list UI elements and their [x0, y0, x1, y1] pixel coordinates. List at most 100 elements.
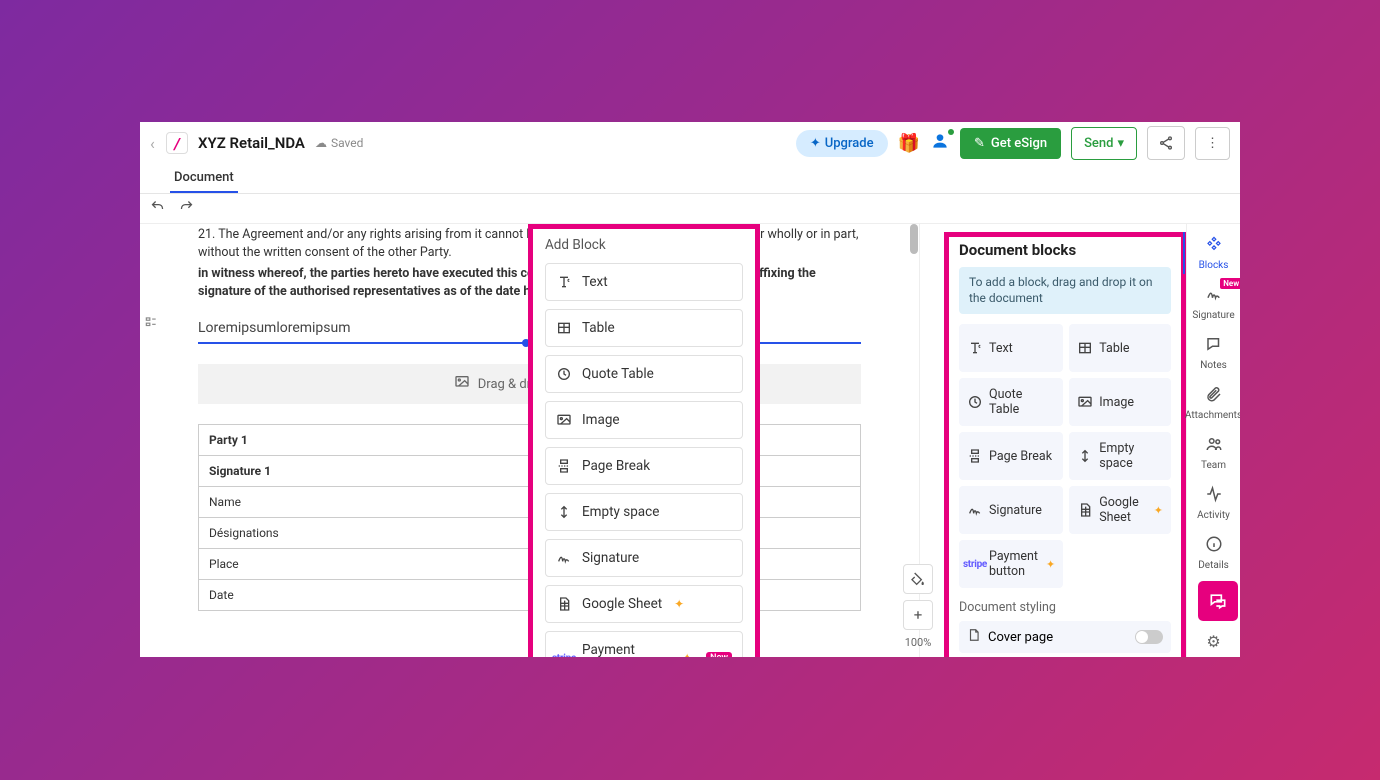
blocks-panel-title: Document blocks — [959, 241, 1171, 259]
rail-item-blocks[interactable]: Blocks — [1183, 228, 1240, 278]
block-item-label: Table — [582, 320, 615, 336]
image-icon — [556, 412, 572, 428]
add-block-item-empty-space[interactable]: Empty space — [545, 493, 743, 531]
add-block-popup: Add Block Text Table Quote Table Image Page … — [528, 224, 760, 657]
sparkle-icon: ✦ — [1154, 504, 1163, 517]
block-tile-label: Table — [1099, 341, 1129, 356]
rail-item-label: Attachments — [1185, 410, 1240, 421]
table-cell[interactable] — [756, 456, 861, 487]
quote-icon — [556, 366, 572, 382]
page-icon — [967, 628, 981, 646]
undo-button[interactable] — [150, 199, 165, 218]
table-cell[interactable] — [756, 487, 861, 518]
block-tile-quote-table[interactable]: Quote Table — [959, 378, 1063, 426]
block-item-label: Google Sheet — [582, 596, 662, 612]
settings-icon[interactable]: ⚙ — [1206, 632, 1220, 651]
document-title[interactable]: XYZ Retail_NDA — [198, 134, 305, 152]
image-icon — [1077, 394, 1093, 410]
rail-item-label: Notes — [1200, 360, 1227, 371]
menu-edge-icon: ‹ — [150, 134, 156, 153]
app-logo-icon[interactable]: / — [166, 132, 188, 154]
activity-icon — [1205, 485, 1223, 507]
block-item-label: Page Break — [582, 458, 650, 474]
gift-icon[interactable]: 🎁 — [898, 133, 920, 154]
cover-page-label: Cover page — [988, 630, 1053, 645]
blocks-panel: Document blocks To add a block, drag and… — [944, 224, 1186, 657]
blocks-icon — [1205, 235, 1223, 257]
table-cell[interactable] — [756, 580, 861, 611]
rail-item-team[interactable]: Team — [1183, 428, 1240, 478]
fill-color-button[interactable] — [903, 564, 933, 594]
app-window: ‹ / XYZ Retail_NDA ☁ Saved ✦ Upgrade 🎁 ✎… — [140, 122, 1240, 657]
rail-item-activity[interactable]: Activity — [1183, 478, 1240, 528]
notes-icon — [1205, 335, 1223, 357]
team-icon — [1205, 435, 1223, 457]
block-item-label: Signature — [582, 550, 639, 566]
redo-button[interactable] — [179, 199, 194, 218]
table-cell[interactable] — [756, 518, 861, 549]
block-tile-label: Payment button — [989, 549, 1038, 579]
add-block-item-text[interactable]: Text — [545, 263, 743, 301]
add-block-item-signature[interactable]: Signature — [545, 539, 743, 577]
cover-page-toggle[interactable] — [1135, 630, 1163, 644]
image-icon — [454, 374, 470, 394]
block-item-label: Quote Table — [582, 366, 654, 382]
block-tile-page-break[interactable]: Page Break — [959, 432, 1063, 480]
rail-item-label: Signature — [1192, 310, 1234, 321]
upgrade-button[interactable]: ✦ Upgrade — [796, 130, 888, 157]
block-tile-google-sheet[interactable]: Google Sheet✦ — [1069, 486, 1171, 534]
block-tile-table[interactable]: Table — [1069, 324, 1171, 372]
more-menu-button[interactable]: ⋮ — [1195, 127, 1230, 160]
saved-status: ☁ Saved — [315, 136, 363, 150]
block-tile-image[interactable]: Image — [1069, 378, 1171, 426]
rail-item-label: Team — [1201, 460, 1226, 471]
table-icon — [1077, 340, 1093, 356]
rail-item-signature[interactable]: NewSignature — [1183, 278, 1240, 328]
rail-item-attachments[interactable]: Attachments — [1183, 378, 1240, 428]
zoom-percent: 100% — [905, 636, 932, 649]
block-tile-empty-space[interactable]: Empty space — [1069, 432, 1171, 480]
quote-icon — [967, 394, 983, 410]
add-block-item-quote-table[interactable]: Quote Table — [545, 355, 743, 393]
stripe-icon: stripe — [967, 556, 983, 572]
chat-fab[interactable] — [1198, 581, 1238, 621]
attachments-icon — [1205, 385, 1223, 407]
esign-label: Get eSign — [991, 136, 1047, 151]
add-block-item-payment-button[interactable]: stripePayment button✦New — [545, 631, 743, 657]
new-badge: New — [706, 652, 732, 657]
add-block-title: Add Block — [545, 237, 743, 253]
zoom-add-button[interactable]: + — [903, 600, 933, 630]
tab-document[interactable]: Document — [170, 164, 238, 193]
add-block-item-image[interactable]: Image — [545, 401, 743, 439]
tab-row: Document — [140, 164, 1240, 194]
cover-page-row[interactable]: Cover page — [959, 621, 1171, 653]
details-icon — [1205, 535, 1223, 557]
chevron-down-icon: ▾ — [1117, 136, 1124, 151]
zoom-controls: + 100% — [896, 564, 940, 649]
rail-item-notes[interactable]: Notes — [1183, 328, 1240, 378]
block-tile-label: Text — [989, 341, 1013, 356]
edit-toolbar — [140, 194, 1240, 224]
add-block-item-google-sheet[interactable]: Google Sheet✦ — [545, 585, 743, 623]
block-item-label: Text — [582, 274, 608, 290]
add-block-item-page-break[interactable]: Page Break — [545, 447, 743, 485]
rail-item-details[interactable]: Details — [1183, 528, 1240, 578]
block-tile-signature[interactable]: Signature — [959, 486, 1063, 534]
get-esign-button[interactable]: ✎ Get eSign — [960, 128, 1061, 159]
block-item-label: Payment button — [582, 642, 670, 657]
add-block-item-table[interactable]: Table — [545, 309, 743, 347]
table-cell[interactable] — [756, 425, 861, 456]
block-item-label: Image — [582, 412, 620, 428]
share-button[interactable] — [1147, 126, 1185, 160]
table-cell[interactable] — [756, 549, 861, 580]
block-handle-icon[interactable] — [144, 314, 158, 333]
block-tile-label: Signature — [989, 503, 1042, 518]
block-tile-payment-button[interactable]: stripePayment button✦ — [959, 540, 1063, 588]
block-tile-text[interactable]: Text — [959, 324, 1063, 372]
table-icon — [556, 320, 572, 336]
pagebreak-icon — [967, 448, 983, 464]
account-icon[interactable] — [930, 131, 950, 156]
sparkle-icon: ✦ — [682, 651, 692, 657]
rail-item-label: Activity — [1197, 510, 1230, 521]
send-button[interactable]: Send ▾ — [1071, 127, 1137, 160]
